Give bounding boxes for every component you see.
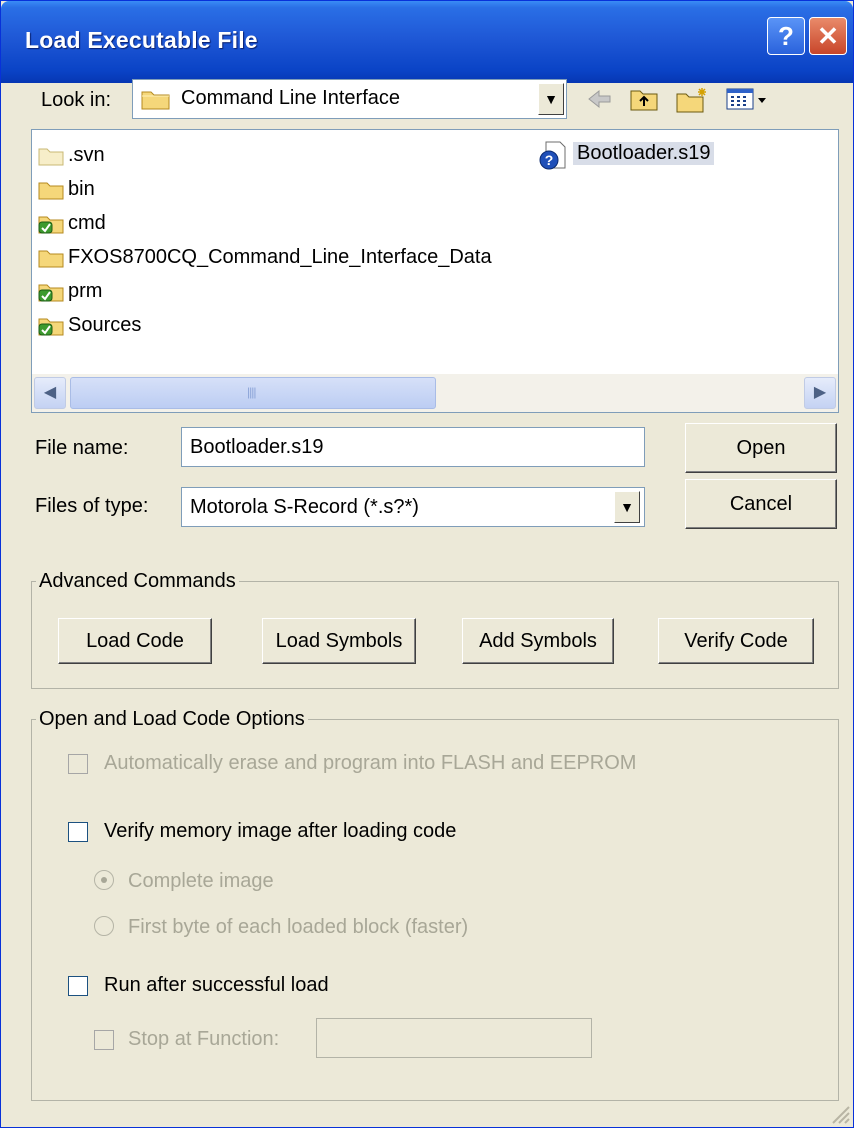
svg-text:?: ?: [545, 152, 554, 168]
add-symbols-button[interactable]: Add Symbols: [462, 618, 614, 664]
filetype-label: Files of type:: [35, 495, 149, 517]
load-code-button[interactable]: Load Code: [58, 618, 212, 664]
auto-erase-label: Automatically erase and program into FLA…: [104, 752, 637, 774]
lookin-chevron-down-icon[interactable]: ▼: [538, 83, 564, 115]
cancel-button[interactable]: Cancel: [685, 479, 837, 529]
verify-memory-checkbox[interactable]: [68, 822, 88, 842]
advanced-commands-group: Advanced Commands Load Code Load Symbols…: [31, 570, 839, 689]
complete-image-label: Complete image: [128, 870, 274, 892]
view-menu-icon[interactable]: [725, 86, 769, 112]
file-list[interactable]: .svn bin cmd FXOS8700CQ_Command_Line_Int…: [31, 129, 839, 413]
filename-input[interactable]: Bootloader.s19: [181, 427, 645, 467]
run-after-load-label: Run after successful load: [104, 974, 329, 996]
help-button[interactable]: ?: [767, 17, 805, 55]
first-byte-radio[interactable]: [94, 916, 114, 936]
up-folder-icon[interactable]: [629, 86, 659, 112]
folder-icon: [38, 148, 64, 166]
resize-grip-icon[interactable]: [827, 1101, 851, 1125]
load-options-group: Open and Load Code Options Automatically…: [31, 708, 839, 1101]
lookin-label: Look in:: [41, 89, 112, 111]
stop-at-function-label: Stop at Function:: [128, 1028, 280, 1050]
filetype-dropdown[interactable]: Motorola S-Record (*.s?*) ▼: [181, 487, 645, 527]
load-executable-dialog: Load Executable File ? ✕ Look in: Comman…: [0, 0, 854, 1128]
complete-image-radio[interactable]: [94, 870, 114, 890]
load-symbols-button[interactable]: Load Symbols: [262, 618, 416, 664]
lookin-value: Command Line Interface: [181, 87, 401, 109]
new-folder-icon[interactable]: [675, 86, 709, 114]
verify-memory-label: Verify memory image after loading code: [104, 820, 457, 842]
horizontal-scrollbar[interactable]: ◀ |||| ▶: [32, 374, 838, 412]
folder-link-icon: [38, 216, 64, 234]
title-bar[interactable]: Load Executable File ? ✕: [1, 1, 853, 83]
grip-icon: ||||: [247, 385, 257, 399]
unknown-file-icon: ?: [539, 141, 566, 170]
first-byte-label: First byte of each loaded block (faster): [128, 916, 469, 938]
back-arrow-icon[interactable]: [585, 86, 613, 112]
advanced-commands-legend: Advanced Commands: [36, 570, 239, 593]
folder-icon: [141, 91, 170, 110]
open-button[interactable]: Open: [685, 423, 837, 473]
lookin-dropdown[interactable]: Command Line Interface: [132, 79, 567, 119]
close-button[interactable]: ✕: [809, 17, 847, 55]
folder-link-icon: [38, 318, 64, 336]
selected-file-name: Bootloader.s19: [573, 142, 715, 165]
filetype-value: Motorola S-Record (*.s?*): [190, 496, 419, 518]
scroll-thumb[interactable]: ||||: [70, 377, 436, 409]
folder-link-icon: [38, 284, 64, 302]
load-options-legend: Open and Load Code Options: [36, 708, 308, 731]
scroll-right-icon[interactable]: ▶: [804, 377, 836, 409]
folder-icon: [38, 250, 64, 268]
run-after-load-checkbox[interactable]: [68, 976, 88, 996]
filename-value: Bootloader.s19: [190, 436, 324, 458]
folder-icon: [38, 182, 64, 200]
verify-code-button[interactable]: Verify Code: [658, 618, 814, 664]
stop-at-function-input[interactable]: [316, 1018, 592, 1058]
window-title: Load Executable File: [25, 27, 258, 53]
filename-label: File name:: [35, 437, 129, 459]
scroll-left-icon[interactable]: ◀: [34, 377, 66, 409]
filetype-chevron-down-icon[interactable]: ▼: [614, 491, 640, 523]
stop-at-function-checkbox[interactable]: [94, 1030, 114, 1050]
auto-erase-checkbox[interactable]: [68, 754, 88, 774]
